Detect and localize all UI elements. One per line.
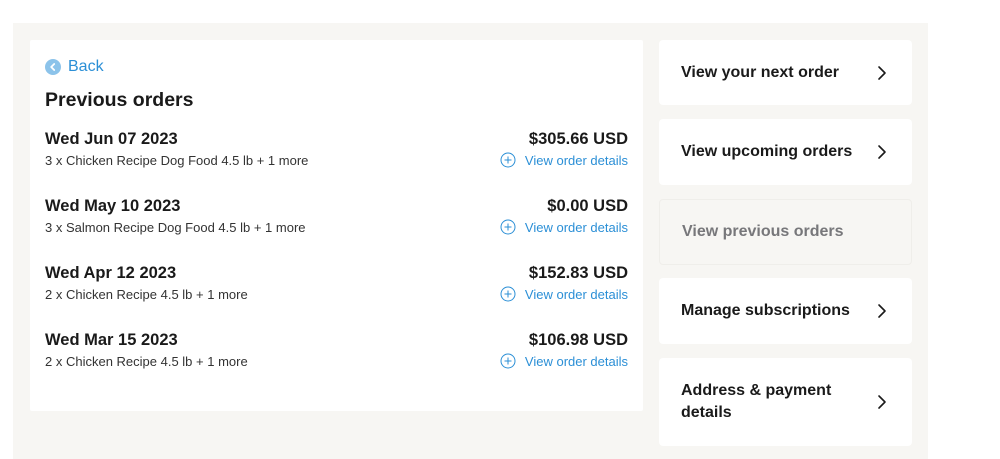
order-row: Wed Mar 15 2023 2 x Chicken Recipe 4.5 l…	[45, 331, 628, 376]
plus-circle-icon	[500, 219, 516, 235]
nav-address-payment-details[interactable]: Address & payment details	[659, 358, 912, 446]
view-order-details-link[interactable]: View order details	[500, 286, 628, 302]
nav-view-next-order[interactable]: View your next order	[659, 40, 912, 105]
view-order-details-label: View order details	[524, 286, 628, 302]
chevron-right-icon	[874, 303, 890, 319]
back-link[interactable]: Back	[45, 58, 104, 76]
order-row: Wed May 10 2023 3 x Salmon Recipe Dog Fo…	[45, 197, 628, 242]
order-total: $0.00 USD	[547, 197, 628, 215]
order-date: Wed Mar 15 2023	[45, 331, 178, 349]
view-order-details-label: View order details	[524, 219, 628, 235]
nav-label: Manage subscriptions	[681, 302, 850, 319]
order-row: Wed Apr 12 2023 2 x Chicken Recipe 4.5 l…	[45, 264, 628, 309]
nav-view-upcoming-orders[interactable]: View upcoming orders	[659, 119, 912, 185]
nav-view-previous-orders: View previous orders	[659, 199, 912, 265]
plus-circle-icon	[500, 353, 516, 369]
nav-label: Address & payment details	[681, 382, 832, 421]
order-total: $152.83 USD	[528, 264, 628, 282]
order-items: 3 x Chicken Recipe Dog Food 4.5 lb + 1 m…	[45, 153, 309, 168]
previous-orders-card: Back Previous orders Wed Jun 07 2023 3 x…	[30, 40, 643, 411]
nav-label: View your next order	[681, 63, 839, 81]
view-order-details-label: View order details	[524, 152, 628, 168]
order-date: Wed May 10 2023	[45, 197, 181, 215]
view-order-details-link[interactable]: View order details	[500, 152, 628, 168]
order-total: $106.98 USD	[528, 331, 628, 349]
order-items: 3 x Salmon Recipe Dog Food 4.5 lb + 1 mo…	[45, 220, 306, 235]
right-margin	[928, 23, 1000, 459]
order-date: Wed Apr 12 2023	[45, 264, 177, 282]
view-order-details-link[interactable]: View order details	[500, 219, 628, 235]
view-order-details-label: View order details	[524, 353, 628, 369]
chevron-right-icon	[874, 65, 890, 81]
order-date: Wed Jun 07 2023	[45, 130, 178, 148]
plus-circle-icon	[500, 286, 516, 302]
nav-manage-subscriptions[interactable]: Manage subscriptions	[659, 278, 912, 344]
order-items: 2 x Chicken Recipe 4.5 lb + 1 more	[45, 354, 248, 369]
back-label: Back	[68, 58, 104, 75]
order-row: Wed Jun 07 2023 3 x Chicken Recipe Dog F…	[45, 130, 628, 175]
chevron-left-circle-icon	[45, 59, 61, 75]
chevron-right-icon	[874, 394, 890, 410]
page-title: Previous orders	[45, 89, 194, 111]
nav-label: View previous orders	[682, 223, 844, 240]
order-items: 2 x Chicken Recipe 4.5 lb + 1 more	[45, 287, 248, 302]
order-total: $305.66 USD	[528, 130, 628, 148]
plus-circle-icon	[500, 152, 516, 168]
chevron-right-icon	[874, 144, 890, 160]
nav-label: View upcoming orders	[681, 143, 853, 160]
view-order-details-link[interactable]: View order details	[500, 353, 628, 369]
